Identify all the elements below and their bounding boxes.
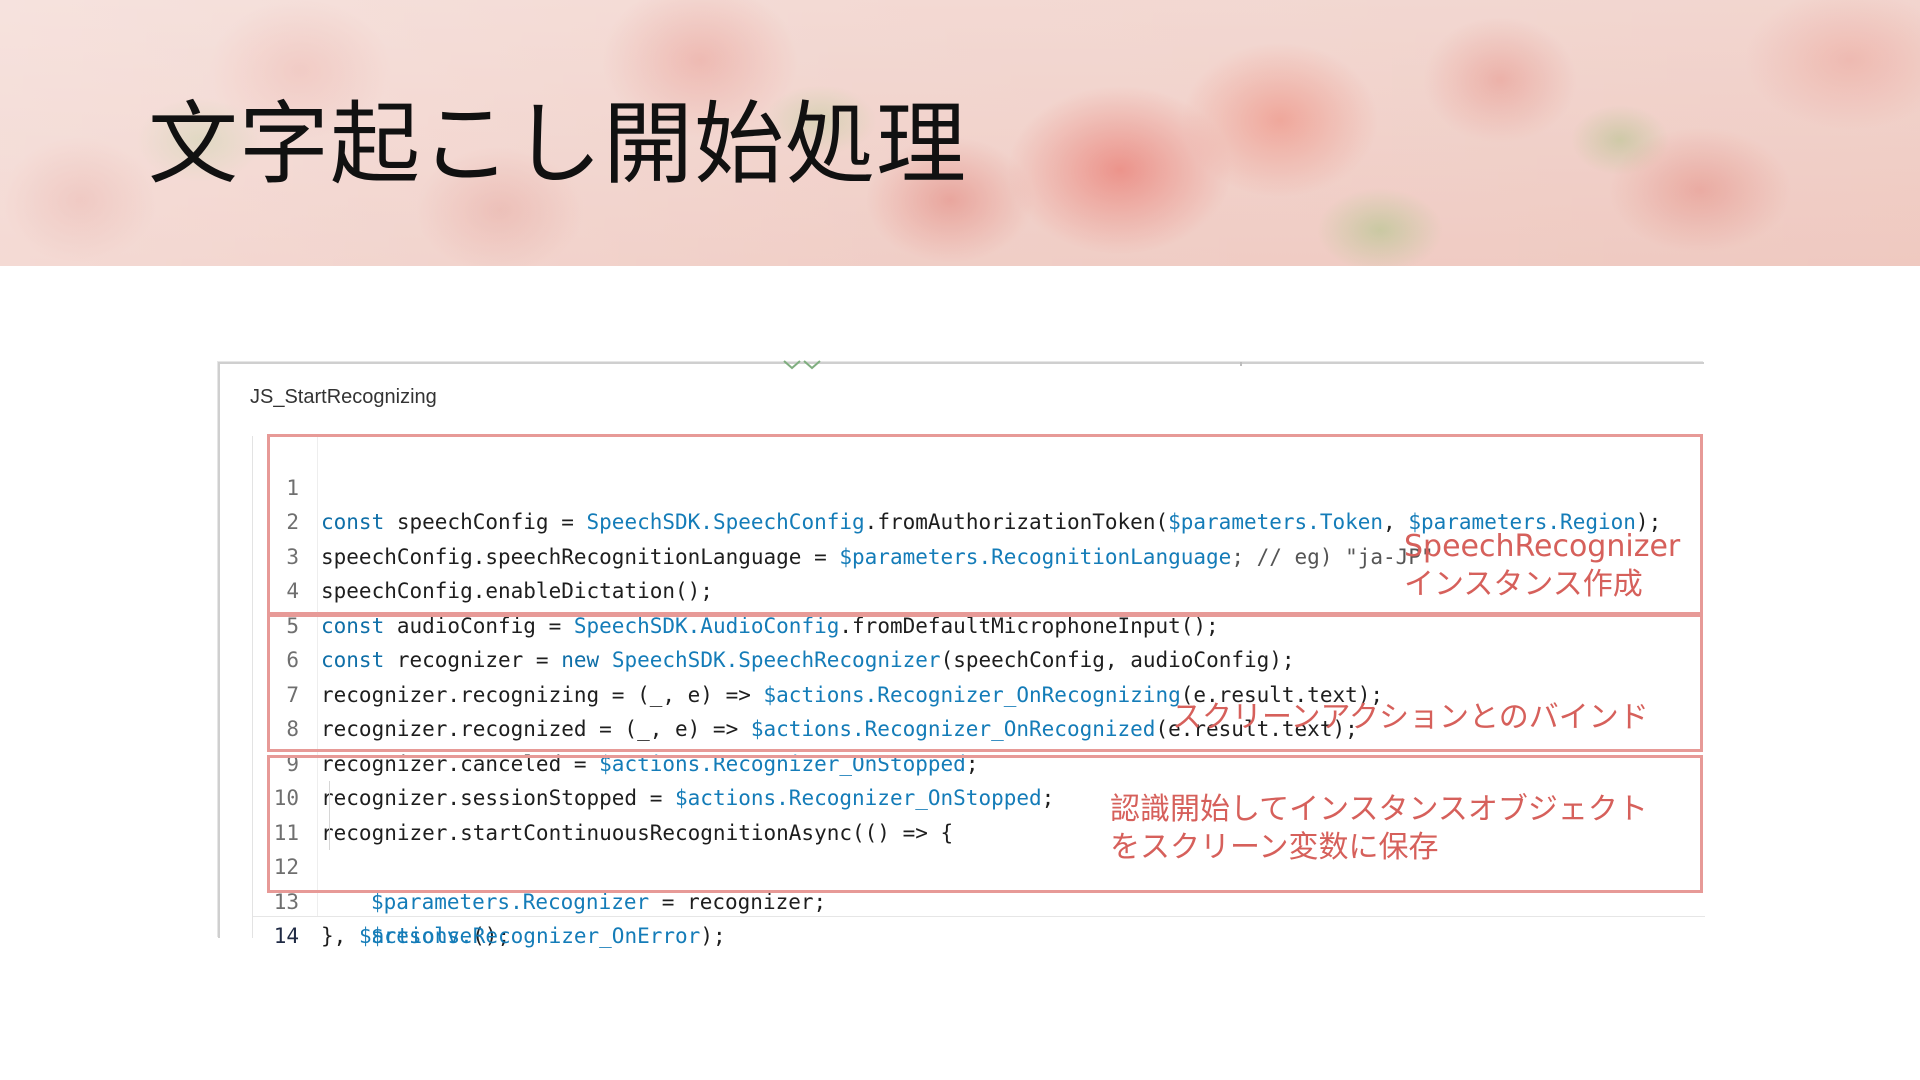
annotation-label-instance: SpeechRecognizer インスタンス作成: [1404, 529, 1681, 602]
panel-divider: [1240, 362, 1242, 366]
annotation-label-start: 認識開始してインスタンスオブジェクト をスクリーン変数に保存: [1110, 792, 1648, 865]
chevron-down-icon: [783, 360, 821, 370]
code-text: }, $actions.Recognizer_OnError);: [321, 924, 726, 948]
slide-title: 文字起こし開始処理: [148, 92, 967, 197]
line-number: 14: [273, 924, 299, 948]
annotation-label-binding: スクリーンアクションとのバインド: [1172, 700, 1649, 735]
action-name-label: JS_StartRecognizing: [250, 386, 437, 408]
